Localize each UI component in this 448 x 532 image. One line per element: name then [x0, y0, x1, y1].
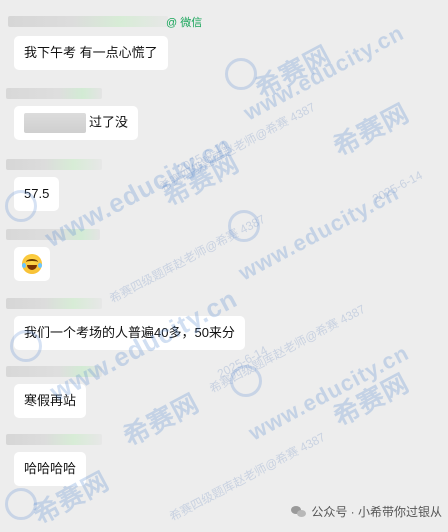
- message-text: 过了没: [89, 114, 129, 130]
- footer-label: 公众号 · 小希带你过银从: [311, 505, 442, 519]
- message-bubble[interactable]: 过了没: [14, 106, 139, 140]
- message-bubble[interactable]: 我们一个考场的人普遍40多，50来分: [14, 316, 245, 350]
- message-bubble[interactable]: 寒假再站: [14, 384, 87, 418]
- message-text: 哈哈哈哈: [24, 461, 77, 476]
- message-bubble[interactable]: [14, 247, 50, 281]
- message-bubble[interactable]: 我下午考 有一点心慌了: [14, 36, 168, 70]
- message-text: 我下午考 有一点心慌了: [24, 45, 158, 60]
- chat-area: @ 微信 我下午考 有一点心慌了 过了没 57.5 我们一个考场的人普遍40多，…: [0, 0, 448, 528]
- footer-account: 公众号 · 小希带你过银从: [291, 503, 442, 520]
- message-bubble[interactable]: 哈哈哈哈: [14, 452, 87, 486]
- message-text: 57.5: [24, 186, 50, 201]
- message-text: 寒假再站: [24, 393, 77, 408]
- message-text: 我们一个考场的人普遍40多，50来分: [24, 325, 235, 340]
- wechat-tag: @ 微信: [166, 17, 203, 29]
- crying-laughing-emoji: [22, 254, 42, 274]
- wechat-icon: [291, 505, 307, 519]
- redacted-name: [24, 113, 86, 133]
- message-bubble[interactable]: 57.5: [14, 177, 60, 211]
